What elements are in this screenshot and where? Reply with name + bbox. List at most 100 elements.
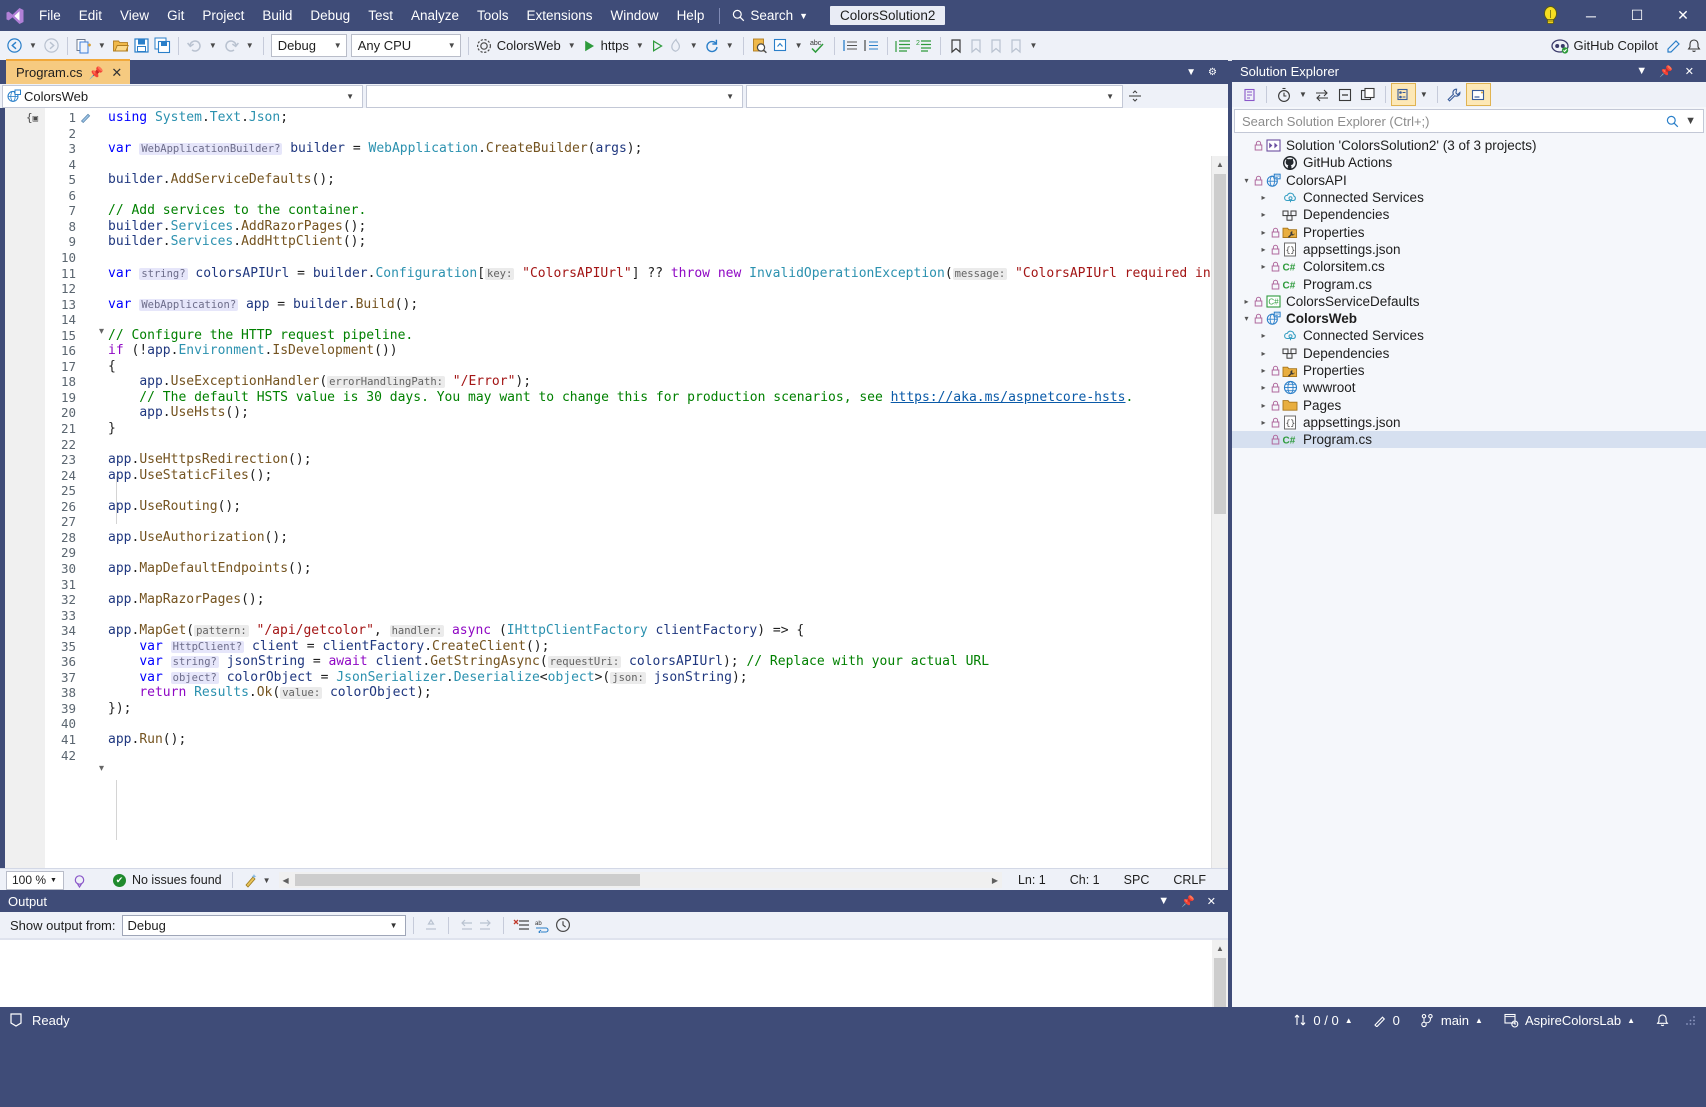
increase-indent-button[interactable]	[861, 34, 882, 58]
new-project-button[interactable]	[73, 34, 94, 58]
zoom-level-dropdown[interactable]: 100 % ▼	[6, 871, 64, 890]
expander-icon[interactable]: ▸	[1257, 262, 1270, 271]
new-window-icon[interactable]	[1238, 84, 1261, 105]
navbar-project-dropdown[interactable]: ColorsWeb ▼	[2, 85, 363, 108]
menu-test[interactable]: Test	[359, 0, 402, 31]
solution-search-box[interactable]: Search Solution Explorer (Ctrl+;) ▼	[1234, 109, 1704, 133]
expander-icon[interactable]: ▸	[1257, 401, 1270, 410]
chevron-down-icon[interactable]: ▼	[1295, 90, 1311, 99]
editor-vertical-scrollbar[interactable]: ▲ ▼	[1211, 156, 1228, 868]
menu-git[interactable]: Git	[158, 0, 193, 31]
comment-block-button[interactable]	[893, 34, 914, 58]
toggle-timestamps-icon[interactable]	[553, 913, 573, 937]
navigate-backward-button[interactable]	[4, 34, 25, 58]
menu-build[interactable]: Build	[253, 0, 301, 31]
expander-icon[interactable]: ▸	[1257, 349, 1270, 358]
chevron-down-icon[interactable]: ▼	[632, 41, 648, 50]
document-tab-program-cs[interactable]: Program.cs 📌 ✕	[6, 59, 130, 84]
pending-changes-icon[interactable]	[1272, 84, 1295, 105]
menu-debug[interactable]: Debug	[301, 0, 359, 31]
chevron-down-icon[interactable]: ▼	[205, 41, 221, 50]
tree-node[interactable]: ▸Dependencies	[1232, 206, 1706, 223]
view-solution-explorer-icon[interactable]	[1391, 83, 1416, 106]
branch-selector[interactable]: main ▲	[1410, 1007, 1493, 1033]
source-control-sync[interactable]: 0 / 0 ▲	[1283, 1007, 1362, 1033]
chevron-down-icon[interactable]: ▼	[1152, 895, 1175, 907]
expander-icon[interactable]: ▸	[1257, 418, 1270, 427]
pending-edits[interactable]: 0	[1363, 1007, 1410, 1033]
chevron-down-icon[interactable]: ▼	[1180, 67, 1202, 78]
chevron-down-icon[interactable]: ▼	[259, 876, 275, 885]
scroll-up-icon[interactable]: ▲	[1212, 940, 1228, 956]
spellcheck-button[interactable]: abc	[807, 34, 829, 58]
code-editor[interactable]: {▣ ▾ ▾ 123456789101112131415161718192021…	[0, 108, 1228, 868]
line-ending-indicator[interactable]: CRLF	[1161, 873, 1218, 887]
redo-button[interactable]	[221, 34, 242, 58]
notifications-icon[interactable]	[1684, 34, 1704, 58]
chevron-down-icon[interactable]: ▼	[791, 41, 807, 50]
tree-node[interactable]: Solution 'ColorsSolution2' (3 of 3 proje…	[1232, 137, 1706, 154]
tree-node[interactable]: ▸Pages	[1232, 396, 1706, 413]
next-bookmark-button[interactable]	[986, 34, 1006, 58]
issues-indicator[interactable]: ✔ No issues found	[113, 873, 222, 887]
close-icon[interactable]: ✕	[1201, 895, 1222, 908]
find-in-files-button[interactable]	[749, 34, 770, 58]
chevron-down-icon[interactable]: ▼	[564, 41, 580, 50]
chevron-down-icon[interactable]: ▼	[25, 41, 41, 50]
go-to-previous-icon[interactable]	[456, 913, 476, 937]
close-icon[interactable]: ✕	[109, 65, 124, 81]
previous-bookmark-button[interactable]	[966, 34, 986, 58]
navigate-forward-button[interactable]	[41, 34, 62, 58]
close-icon[interactable]: ✕	[1679, 65, 1700, 78]
menu-window[interactable]: Window	[602, 0, 668, 31]
clear-bookmarks-button[interactable]	[1006, 34, 1026, 58]
gear-icon[interactable]: ⚙	[1202, 67, 1223, 78]
tree-node[interactable]: ▸{}appsettings.json	[1232, 241, 1706, 258]
expander-icon[interactable]: ▸	[1257, 331, 1270, 340]
hot-reload-button[interactable]	[666, 34, 686, 58]
expander-icon[interactable]: ▸	[1240, 297, 1253, 306]
menu-analyze[interactable]: Analyze	[402, 0, 468, 31]
tree-node[interactable]: ▸Connected Services	[1232, 327, 1706, 344]
tree-node[interactable]: ▸wwwroot	[1232, 379, 1706, 396]
open-file-button[interactable]	[110, 34, 131, 58]
maximize-button[interactable]: ☐	[1614, 0, 1660, 31]
collapse-all-icon[interactable]	[1334, 84, 1357, 105]
tree-node[interactable]: ▸Properties	[1232, 362, 1706, 379]
window-layout-button[interactable]	[770, 34, 791, 58]
resize-grip[interactable]	[1680, 1007, 1700, 1033]
chevron-down-icon[interactable]: ▼	[1416, 90, 1432, 99]
save-all-button[interactable]	[152, 34, 173, 58]
run-profile-label[interactable]: https	[598, 38, 632, 53]
feedback-bulb-icon[interactable]	[1532, 0, 1568, 31]
expander-icon[interactable]: ▸	[1257, 193, 1270, 202]
undo-button[interactable]	[184, 34, 205, 58]
toggle-word-wrap-icon[interactable]: ab	[532, 913, 553, 937]
expander-icon[interactable]: ▸	[1257, 210, 1270, 219]
minimize-button[interactable]: ─	[1568, 0, 1614, 31]
tree-node[interactable]: ▾ColorsAPI	[1232, 172, 1706, 189]
menu-edit[interactable]: Edit	[70, 0, 111, 31]
menu-help[interactable]: Help	[668, 0, 714, 31]
editor-horizontal-scrollbar[interactable]: ◀ ▶	[279, 872, 1002, 888]
hscrollbar-thumb[interactable]	[295, 874, 641, 886]
decrease-indent-button[interactable]	[840, 34, 861, 58]
close-button[interactable]: ✕	[1660, 0, 1706, 31]
tree-node[interactable]: C#Program.cs	[1232, 431, 1706, 448]
menu-view[interactable]: View	[111, 0, 158, 31]
indentation-indicator[interactable]: SPC	[1112, 873, 1162, 887]
chevron-down-icon[interactable]: ▼	[242, 41, 258, 50]
clear-all-icon[interactable]	[511, 913, 532, 937]
copilot-settings-icon[interactable]	[1664, 34, 1684, 58]
search-icon[interactable]	[1663, 115, 1682, 128]
tree-node[interactable]: C#Program.cs	[1232, 275, 1706, 292]
intellicode-icon[interactable]	[64, 873, 87, 888]
expander-icon[interactable]: ▸	[1257, 383, 1270, 392]
scroll-left-icon[interactable]: ◀	[279, 876, 293, 885]
uncomment-block-button[interactable]: 2	[914, 34, 935, 58]
repository-selector[interactable]: AspireColorsLab ▲	[1493, 1007, 1645, 1033]
toggle-bookmark-button[interactable]	[946, 34, 966, 58]
chevron-down-icon[interactable]: ▼	[686, 41, 702, 50]
tree-node[interactable]: ▸C#ColorsServiceDefaults	[1232, 293, 1706, 310]
expander-icon[interactable]: ▸	[1257, 245, 1270, 254]
